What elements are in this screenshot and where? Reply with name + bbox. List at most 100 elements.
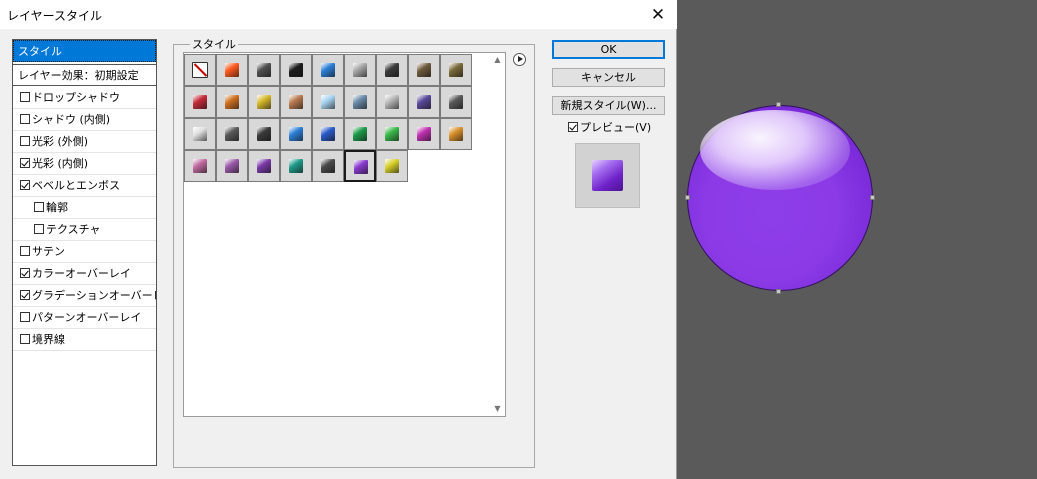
effect-checkbox[interactable] [20,268,30,278]
effect-checkbox[interactable] [20,180,30,190]
style-swatch[interactable] [408,118,440,150]
effect-label: シャドウ (内側) [32,113,111,126]
sidebar-item-effect[interactable]: 光彩 (内側) [13,153,156,175]
effect-checkbox[interactable] [20,158,30,168]
style-swatch[interactable] [184,54,216,86]
style-swatch-chip [257,159,271,173]
style-swatch[interactable] [408,86,440,118]
style-swatch[interactable] [344,86,376,118]
ok-button[interactable]: OK [552,40,665,59]
style-swatch-chip [289,95,303,109]
style-swatch-chip [385,95,399,109]
style-swatch-chip [449,95,463,109]
style-swatch[interactable] [216,54,248,86]
style-swatch[interactable] [248,86,280,118]
transform-handle-left[interactable] [685,195,690,200]
style-swatch[interactable] [344,54,376,86]
effect-label: 境界線 [32,333,65,346]
preview-check-icon[interactable] [568,122,578,132]
new-style-button[interactable]: 新規スタイル(W)... [552,96,665,115]
style-swatch[interactable] [280,118,312,150]
sidebar-item-effect[interactable]: ベベルとエンボス [13,175,156,197]
sidebar-item-effect[interactable]: パターンオーバーレイ [13,307,156,329]
style-swatch[interactable] [440,118,472,150]
effect-checkbox[interactable] [20,92,30,102]
sidebar-item-styles[interactable]: スタイル [13,40,156,62]
style-swatch[interactable] [216,150,248,182]
effect-checkbox[interactable] [20,246,30,256]
style-swatch[interactable] [312,118,344,150]
sidebar-item-effect[interactable]: 光彩 (外側) [13,131,156,153]
style-swatch[interactable] [440,86,472,118]
style-swatch-chip [449,127,463,141]
style-swatch[interactable] [216,118,248,150]
title-bar: レイヤースタイル ✕ [0,0,677,29]
cancel-button[interactable]: キャンセル [552,68,665,87]
style-swatch[interactable] [280,54,312,86]
effect-label: ドロップシャドウ [32,91,120,104]
effect-checkbox[interactable] [20,290,30,300]
style-swatch[interactable] [312,86,344,118]
style-swatch[interactable] [376,54,408,86]
style-swatch[interactable] [184,150,216,182]
sidebar-item-effect[interactable]: グラデーションオーバーレイ [13,285,156,307]
style-swatch[interactable] [248,54,280,86]
style-swatch-chip [321,159,335,173]
style-swatch-chip [257,127,271,141]
sidebar-item-effect[interactable]: 輪郭 [13,197,156,219]
preview-swatch [592,160,623,191]
effect-checkbox[interactable] [34,224,44,234]
effect-checkbox[interactable] [20,312,30,322]
style-swatch[interactable] [216,86,248,118]
style-swatch[interactable] [280,86,312,118]
style-swatch[interactable] [376,118,408,150]
transform-handle-top[interactable] [776,102,781,107]
sidebar-item-effect[interactable]: サテン [13,241,156,263]
style-swatch-chip [289,63,303,77]
close-icon[interactable]: ✕ [639,0,677,29]
style-swatch-chip [193,159,207,173]
style-swatch-chip [225,127,239,141]
effect-checkbox[interactable] [20,114,30,124]
sidebar-item-effect[interactable]: ドロップシャドウ [13,87,156,109]
style-swatch[interactable] [280,150,312,182]
styles-group-label: スタイル [190,36,238,52]
transform-handle-bottom[interactable] [776,289,781,294]
preview-checkbox[interactable]: プレビュー(V) [568,121,651,135]
sidebar-item-effect[interactable]: シャドウ (内側) [13,109,156,131]
style-swatch[interactable] [344,150,376,182]
style-swatch[interactable] [344,118,376,150]
sidebar-item-blending-options[interactable]: レイヤー効果：初期設定 [13,64,156,86]
effect-label: 光彩 (内側) [32,157,89,170]
style-swatch[interactable] [440,54,472,86]
sidebar-item-effect[interactable]: テクスチャ [13,219,156,241]
effect-checkbox[interactable] [20,136,30,146]
styles-menu-arrow-icon[interactable] [513,53,526,66]
sidebar-item-effect[interactable]: カラーオーバーレイ [13,263,156,285]
style-swatch[interactable] [312,54,344,86]
style-swatch-chip [193,95,207,109]
style-swatch[interactable] [184,118,216,150]
style-swatch[interactable] [248,150,280,182]
scroll-down-icon[interactable]: ▼ [490,402,505,416]
style-swatch[interactable] [376,86,408,118]
style-swatch[interactable] [248,118,280,150]
effect-checkbox[interactable] [34,202,44,212]
style-swatch-chip [225,95,239,109]
effect-label: テクスチャ [46,223,101,236]
effect-label: パターンオーバーレイ [32,311,142,324]
effect-checkbox[interactable] [20,334,30,344]
style-swatch[interactable] [408,54,440,86]
transform-handle-right[interactable] [870,195,875,200]
style-swatch[interactable] [184,86,216,118]
style-swatch-chip [225,159,239,173]
style-swatch[interactable] [312,150,344,182]
style-swatch-chip [225,63,239,77]
scroll-up-icon[interactable]: ▲ [490,53,505,67]
styles-scrollbar[interactable]: ▲ ▼ [490,53,505,416]
sidebar-item-effect[interactable]: 境界線 [13,329,156,351]
style-swatch[interactable] [376,150,408,182]
effect-label: 光彩 (外側) [32,135,89,148]
preview-label: プレビュー(V) [580,121,652,134]
style-swatch-chip [193,127,207,141]
